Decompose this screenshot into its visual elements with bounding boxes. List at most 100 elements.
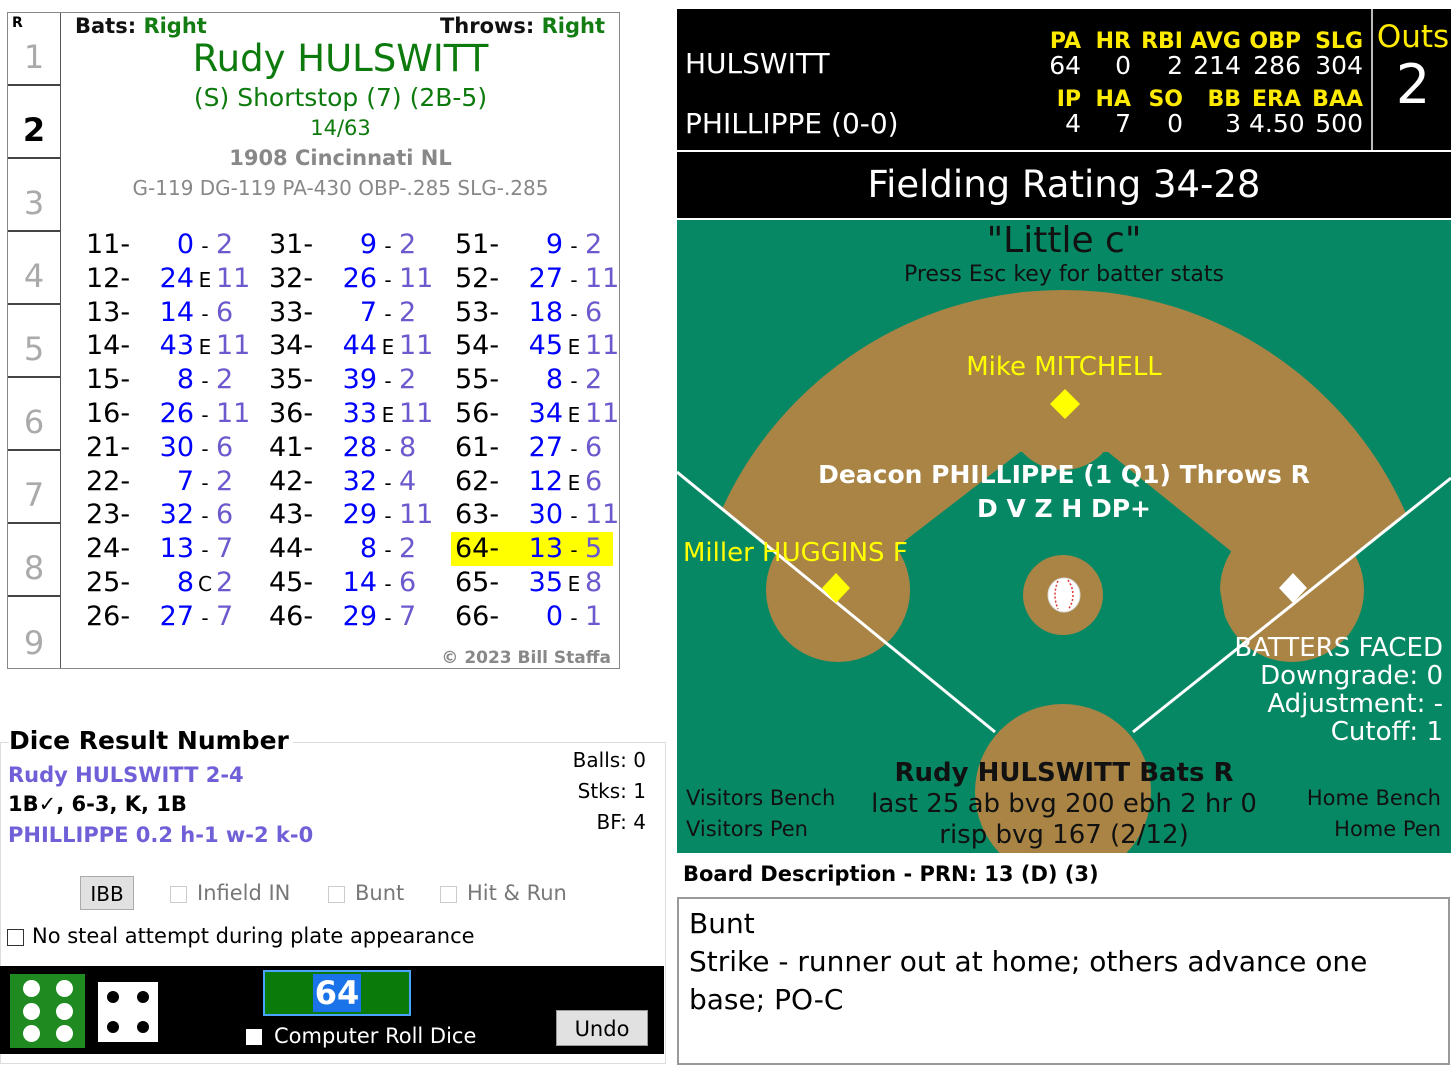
checkbox-icon [170,885,187,903]
result-separator: - [201,538,209,563]
roll-number: 16- [86,398,131,429]
fielding-value: 11 [585,398,620,429]
infield-in-checkbox[interactable]: Infield IN [170,881,290,905]
result-value: 29 [342,600,377,632]
result-value: 27 [528,431,563,463]
roll-number: 33- [269,296,314,328]
result-separator: - [201,470,209,495]
result-value: 43 [159,330,194,362]
ibb-button[interactable]: IBB [80,876,134,910]
fielding-value: 2 [216,567,234,598]
fielding-value: 1 [585,600,603,632]
roll-number: 32- [269,262,314,294]
chart-entry-highlighted: 64- 13-5 [451,532,613,567]
batting-order-slot[interactable]: 9 [8,597,60,670]
computer-roll-checkbox[interactable]: Computer Roll Dice [246,1024,476,1048]
pitcher-info: Deacon PHILLIPPE (1 Q1) Throws R [818,460,1310,489]
description-line-1: Bunt [689,907,755,940]
result-separator: E [381,335,395,360]
die-pip [22,1002,40,1020]
hit-and-run-label: Hit & Run [467,881,567,905]
result-value: 44 [342,330,377,362]
chart-entry: 56- 34 E 11 [451,397,619,431]
visitors-pen-link[interactable]: Visitors Pen [686,817,808,841]
description-line-2: Strike - runner out at home; others adva… [689,945,1368,1016]
fielding-value: 4 [399,465,417,497]
stat-value: 214 [1193,51,1241,80]
die-pip [137,991,149,1003]
batters-faced-title: BATTERS FACED [1234,633,1443,663]
roll-number: 53- [455,296,500,328]
stat-value: 64 [1049,51,1081,80]
scoreboard: HULSWITT PHILLIPPE (0-0) PA HR RBI AVG OBP SL… [677,9,1451,150]
result-value: 14 [159,296,194,328]
die-pip [137,1021,149,1033]
batting-order-slot[interactable]: 7 [8,451,60,524]
result-value: 27 [528,262,563,294]
board-description-label: Board Description - PRN: 13 (D) (3) [683,862,1099,886]
result-separator: - [201,234,209,258]
runner-third-name[interactable]: Miller HUGGINS F [683,538,908,568]
roll-number: 45- [269,567,314,598]
result-value: 30 [159,431,194,463]
result-separator: - [384,572,392,596]
fielding-value: 2 [585,229,603,260]
bunt-checkbox[interactable]: Bunt [328,881,404,905]
no-steal-checkbox[interactable]: No steal attempt during plate appearance [7,924,475,948]
batting-order-slot[interactable]: 8 [8,524,60,597]
home-pen-link[interactable]: Home Pen [1334,817,1441,841]
chart-entry: 15- 8-2 [82,363,233,397]
result-separator: - [570,301,578,326]
fielding-value: 11 [216,262,251,294]
roll-number: 62- [455,465,500,497]
batter-name: HULSWITT [685,47,830,80]
chart-entry: 51- 9-2 [451,228,602,262]
roll-result-field[interactable]: 64 [263,970,411,1016]
throws-label: Throws: [439,14,535,38]
result-separator: - [570,605,578,630]
chart-entry: 66- 0-1 [451,600,602,634]
roll-number: 22- [86,465,131,497]
result-value: 0 [176,229,194,260]
result-value: 14 [342,567,377,598]
chart-entry: 34- 44 E 11 [265,329,433,363]
batting-order-slot[interactable]: 3 [8,159,60,232]
stat-value: 7 [1115,109,1131,138]
fielding-value: 11 [399,262,434,294]
batting-order-slot[interactable]: 5 [8,305,60,378]
chart-entry: 22- 7-2 [82,465,233,499]
player-position: (S) Shortstop (7) (2B-5) [193,83,488,112]
fielding-value: 7 [216,600,234,632]
result-separator: - [384,234,392,258]
roll-number: 64- [455,533,500,565]
home-bench-link[interactable]: Home Bench [1307,786,1441,810]
result-value: 8 [545,364,563,396]
fielding-value: 11 [585,330,620,362]
chart-entry: 21- 30-6 [82,431,233,465]
fielding-value: 11 [216,398,251,429]
chart-entry: 35- 39-2 [265,363,416,397]
pitcher-game-line: PHILLIPPE 0.2 h-1 w-2 k-0 [8,823,314,847]
hit-and-run-checkbox[interactable]: Hit & Run [440,881,567,905]
chart-entry: 25- 8 C 2 [82,566,233,600]
visitors-bench-link[interactable]: Visitors Bench [686,786,835,810]
batting-order-slot[interactable]: 6 [8,378,60,451]
roll-number: 43- [269,499,314,531]
fielding-value: 11 [585,499,620,531]
stat-value: 3 [1225,109,1241,138]
pitcher-ratings: D V Z H DP+ [977,494,1151,523]
board-description-box: Bunt Strike - runner out at home; others… [677,897,1450,1065]
undo-button[interactable]: Undo [556,1010,648,1046]
chart-entry: 52- 27-11 [451,262,619,296]
chart-entry: 45- 14-6 [265,566,416,600]
fielding-value: 2 [399,533,417,565]
result-value: 28 [342,431,377,463]
runner-second-name[interactable]: Mike MITCHELL [677,352,1451,382]
roll-number: 36- [269,398,314,429]
batting-order-slot[interactable]: 2 [8,86,60,159]
batting-order-slot[interactable]: 4 [8,232,60,305]
result-separator: - [570,538,578,563]
result-separator: E [567,572,581,596]
outs-value: 2 [1395,53,1431,116]
result-value: 27 [159,600,194,632]
